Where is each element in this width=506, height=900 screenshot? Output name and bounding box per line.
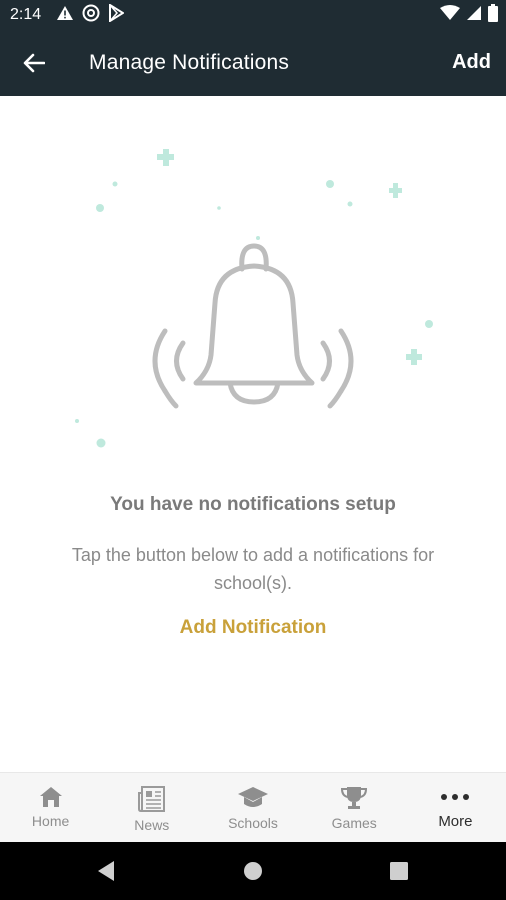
nav-item-more[interactable]: More (405, 773, 506, 843)
wifi-icon (440, 4, 460, 26)
trophy-icon (341, 787, 368, 809)
back-triangle-icon[interactable] (94, 858, 120, 884)
status-bar: 2:14 (0, 0, 506, 30)
nav-label-schools: Schools (228, 815, 278, 831)
bottom-navigation: Home News Schools Games More (0, 772, 506, 843)
system-navigation-bar (0, 842, 506, 900)
play-store-icon (108, 2, 125, 27)
status-notification-icons (56, 2, 125, 27)
empty-state: You have no notifications setup Tap the … (0, 96, 506, 772)
back-button[interactable] (16, 45, 52, 81)
battery-icon (488, 3, 498, 27)
nav-label-games: Games (331, 815, 377, 831)
nav-label-news: News (134, 817, 170, 833)
nav-label-home: Home (31, 813, 70, 829)
status-system-icons (440, 3, 498, 27)
home-circle-icon[interactable] (240, 858, 266, 884)
home-icon (39, 787, 62, 807)
nav-item-schools[interactable]: Schools (202, 773, 303, 843)
add-button[interactable]: Add (452, 51, 491, 74)
more-horizontal-icon (441, 794, 470, 800)
page-title: Manage Notifications (89, 51, 290, 74)
arrow-left-icon (23, 53, 45, 73)
add-notification-button[interactable]: Add Notification (0, 617, 506, 639)
app-bar: Manage Notifications Add (0, 30, 506, 96)
status-time: 2:14 (10, 6, 42, 23)
graduation-cap-icon (238, 787, 268, 807)
newspaper-icon (137, 786, 165, 812)
nav-label-more: More (438, 813, 473, 830)
bell-ringing-icon (75, 149, 433, 448)
nav-item-news[interactable]: News (101, 773, 202, 843)
at-sign-icon (82, 4, 100, 27)
empty-state-description: Tap the button below to add a notificati… (71, 545, 435, 593)
warning-icon (56, 5, 74, 26)
signal-icon (466, 5, 482, 26)
empty-state-title: You have no notifications setup (110, 494, 396, 515)
nav-item-home[interactable]: Home (0, 773, 101, 843)
nav-item-games[interactable]: Games (304, 773, 405, 843)
recents-square-icon[interactable] (386, 858, 412, 884)
